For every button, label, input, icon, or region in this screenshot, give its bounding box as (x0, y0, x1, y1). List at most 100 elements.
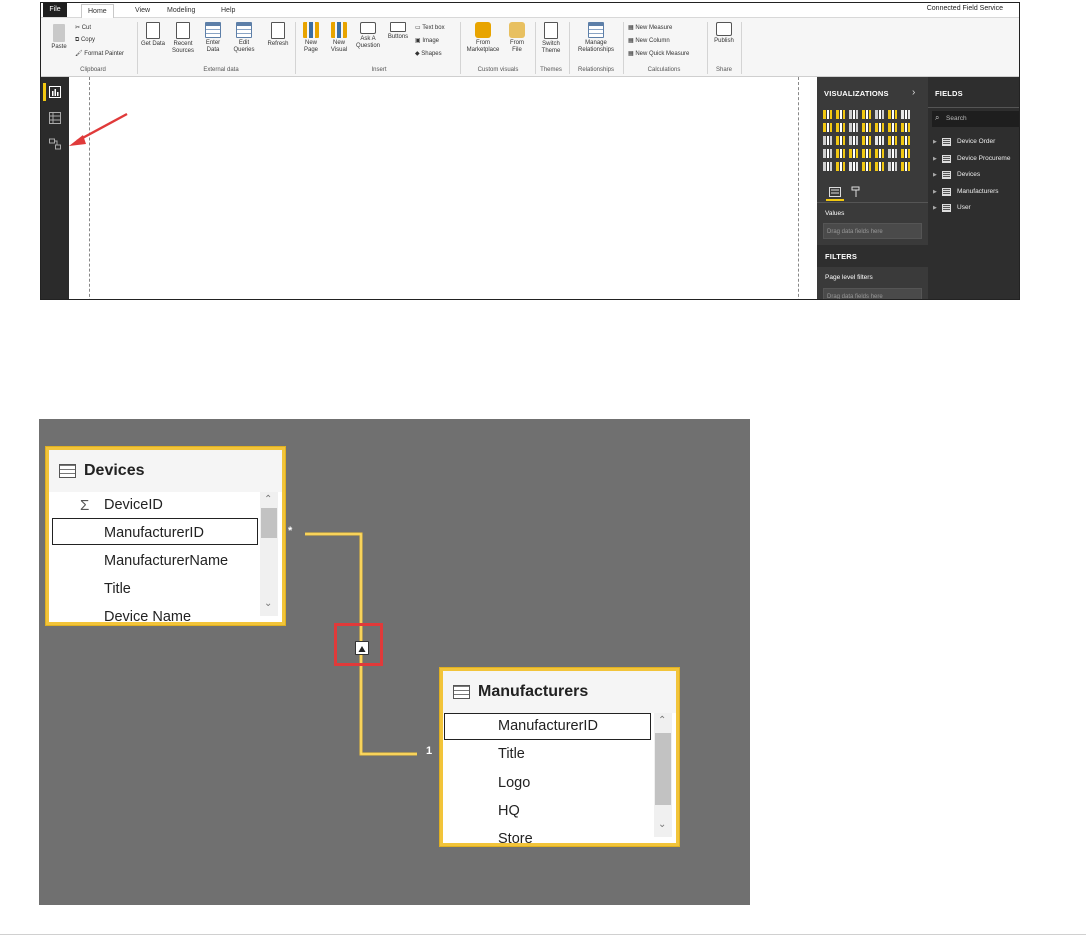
data-view-icon[interactable] (49, 112, 61, 124)
manufacturers-table-card[interactable]: Manufacturers ManufacturerID Title Logo … (440, 668, 679, 846)
get-data-button[interactable]: Get Data (141, 22, 165, 48)
visual-type-icon[interactable] (823, 162, 832, 171)
collapse-chevron-icon[interactable]: › (912, 87, 915, 98)
tab-modeling[interactable]: Modeling (161, 4, 201, 17)
visual-type-icon[interactable] (836, 123, 845, 132)
field-manufacturerid[interactable]: ManufacturerID (104, 525, 204, 541)
devices-scrollbar[interactable]: ⌃ ⌄ (260, 492, 278, 616)
new-quick-measure-button[interactable]: ▦ New Quick Measure (628, 50, 689, 57)
buttons-button[interactable]: Buttons (385, 22, 411, 41)
field-table-item[interactable]: ▶ Device Order (928, 135, 1019, 149)
field-store[interactable]: Store (498, 831, 533, 843)
cut-button[interactable]: ✂ Cut (75, 24, 91, 31)
from-marketplace-button[interactable]: From Marketplace (463, 22, 503, 54)
visual-type-icon[interactable] (836, 149, 845, 158)
relationships-view-icon[interactable] (49, 138, 61, 150)
visual-type-icon[interactable] (888, 110, 897, 119)
paste-button[interactable]: Paste (49, 24, 69, 51)
scroll-up-icon[interactable]: ⌃ (264, 494, 272, 505)
visual-type-icon[interactable] (862, 149, 871, 158)
image-button[interactable]: ▣ Image (415, 37, 439, 44)
scroll-down-icon[interactable]: ⌄ (264, 598, 272, 609)
format-tab[interactable] (851, 185, 865, 199)
field-logo[interactable]: Logo (498, 775, 530, 791)
visual-type-icon[interactable] (875, 162, 884, 171)
values-drop-zone[interactable]: Drag data fields here (823, 223, 922, 239)
expand-icon[interactable]: ▶ (933, 189, 937, 195)
new-page-button[interactable]: New Page (299, 22, 323, 54)
field-title[interactable]: Title (498, 746, 525, 762)
expand-icon[interactable]: ▶ (933, 139, 937, 145)
visual-type-icon[interactable] (901, 162, 910, 171)
visual-type-icon[interactable] (849, 149, 858, 158)
field-device-name[interactable]: Device Name (104, 609, 191, 622)
manufacturers-scrollbar[interactable]: ⌃ ⌄ (654, 713, 672, 837)
field-table-item[interactable]: ▶ Manufacturers (928, 185, 1019, 199)
visual-type-icon[interactable] (836, 136, 845, 145)
visual-type-icon[interactable] (901, 149, 910, 158)
visual-type-icon[interactable] (862, 162, 871, 171)
field-manufacturername[interactable]: ManufacturerName (104, 553, 228, 569)
publish-button[interactable]: Publish (711, 22, 737, 45)
visual-type-icon[interactable] (875, 149, 884, 158)
visual-type-icon[interactable] (849, 136, 858, 145)
refresh-button[interactable]: Refresh (265, 22, 291, 48)
manage-relationships-button[interactable]: Manage Relationships (572, 22, 620, 54)
scroll-up-icon[interactable]: ⌃ (658, 715, 666, 726)
visual-type-icon[interactable] (836, 110, 845, 119)
tab-help[interactable]: Help (215, 4, 241, 17)
scroll-thumb[interactable] (261, 508, 277, 538)
shapes-button[interactable]: ◆ Shapes (415, 50, 442, 57)
visual-type-icon[interactable] (862, 123, 871, 132)
visual-type-icon[interactable] (862, 136, 871, 145)
field-hq[interactable]: HQ (498, 803, 520, 819)
edit-queries-button[interactable]: Edit Queries (231, 22, 257, 54)
enter-data-button[interactable]: Enter Data (201, 22, 225, 54)
visual-type-icon[interactable] (849, 110, 858, 119)
visual-type-icon[interactable] (888, 123, 897, 132)
from-file-button[interactable]: From File (505, 22, 529, 54)
tab-view[interactable]: View (129, 4, 156, 17)
fields-well-tab[interactable] (826, 185, 844, 201)
scroll-down-icon[interactable]: ⌄ (658, 819, 666, 830)
visual-type-icon[interactable] (823, 136, 832, 145)
visual-type-icon[interactable] (823, 123, 832, 132)
report-view-icon[interactable] (49, 86, 61, 98)
new-column-button[interactable]: ▦ New Column (628, 37, 670, 44)
visual-type-icon[interactable] (888, 149, 897, 158)
field-table-item[interactable]: ▶ Device Procureme (928, 152, 1019, 166)
fields-search-input[interactable]: ⌕ Search (932, 111, 1019, 127)
visual-type-icon[interactable] (875, 136, 884, 145)
expand-icon[interactable]: ▶ (933, 172, 937, 178)
field-title[interactable]: Title (104, 581, 131, 597)
field-manufacturerid[interactable]: ManufacturerID (498, 718, 598, 734)
ask-question-button[interactable]: Ask A Question (354, 22, 382, 50)
switch-theme-button[interactable]: Switch Theme (538, 22, 564, 55)
visual-type-icon[interactable] (849, 162, 858, 171)
new-measure-button[interactable]: ▦ New Measure (628, 24, 672, 31)
new-visual-button[interactable]: New Visual (327, 22, 351, 54)
expand-icon[interactable]: ▶ (933, 205, 937, 211)
expand-icon[interactable]: ▶ (933, 156, 937, 162)
visual-type-icon[interactable] (888, 136, 897, 145)
visual-type-icon[interactable] (901, 136, 910, 145)
devices-table-card[interactable]: Devices Σ DeviceID ManufacturerID Manufa… (46, 447, 285, 625)
filters-drop-zone[interactable]: Drag data fields here (823, 288, 922, 299)
visual-type-icon[interactable] (888, 162, 897, 171)
visual-type-icon[interactable] (901, 123, 910, 132)
visual-type-icon[interactable] (862, 110, 871, 119)
visual-type-icon[interactable] (875, 110, 884, 119)
tab-file[interactable]: File (43, 3, 67, 17)
field-table-item[interactable]: ▶ Devices (928, 168, 1019, 182)
visual-type-icon[interactable] (836, 162, 845, 171)
field-deviceid[interactable]: DeviceID (104, 497, 163, 513)
visual-type-icon[interactable] (823, 110, 832, 119)
visual-type-icon[interactable] (849, 123, 858, 132)
format-painter-button[interactable]: 🖌 Format Painter (75, 50, 124, 57)
tab-home[interactable]: Home (81, 4, 114, 19)
scroll-thumb[interactable] (655, 733, 671, 805)
visual-type-icon[interactable] (875, 123, 884, 132)
recent-sources-button[interactable]: Recent Sources (169, 22, 197, 55)
visual-type-icon[interactable] (823, 149, 832, 158)
text-box-button[interactable]: ▭ Text box (415, 24, 445, 31)
